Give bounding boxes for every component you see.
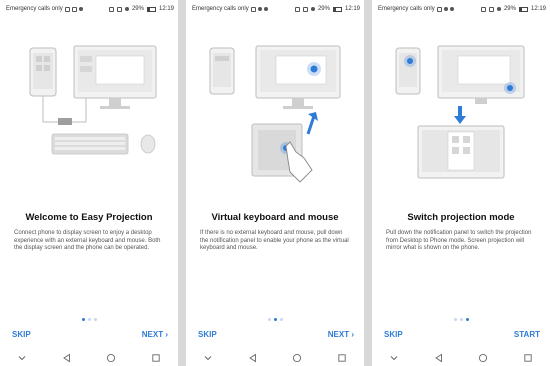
page-dot: [81, 318, 85, 321]
back-icon[interactable]: [433, 352, 445, 364]
clock-text: 12:19: [158, 6, 174, 12]
page-dot: [453, 318, 457, 321]
onboarding-panel-2: Emergency calls only 29% 12:19 Virtual ke…: [186, 0, 364, 366]
clock-text: 12:19: [530, 6, 546, 12]
nfc-icon: [108, 6, 114, 12]
virtual-touchpad-illustration: [209, 45, 341, 183]
battery-text: 29%: [131, 6, 144, 12]
status-bar: Emergency calls only 29% 12:19: [0, 0, 178, 18]
panel-description: Connect phone to display screen to enjoy…: [14, 230, 161, 252]
back-icon[interactable]: [247, 352, 259, 364]
nfc-icon: [294, 6, 300, 12]
vibrate-icon: [488, 6, 494, 12]
page-dot: [459, 318, 463, 321]
panel-title: Virtual keyboard and mouse: [211, 212, 339, 223]
navigation-bar: [0, 350, 178, 366]
usb-icon: [71, 6, 77, 12]
wifi-icon: [310, 7, 315, 11]
chevron-down-icon[interactable]: [16, 352, 28, 364]
home-icon[interactable]: [105, 352, 117, 364]
wifi-icon: [496, 7, 501, 11]
onboarding-panel-3: Emergency calls only 29% 12:19 Switch pro…: [372, 0, 550, 366]
chevron-down-icon[interactable]: [202, 352, 214, 364]
page-dot: [465, 318, 469, 321]
skip-button[interactable]: SKIP: [12, 330, 31, 339]
carrier-text: Emergency calls only: [192, 6, 249, 12]
vibrate-icon: [116, 6, 122, 12]
start-button[interactable]: START: [514, 330, 540, 339]
vibrate-icon: [302, 6, 308, 12]
page-dot: [267, 318, 271, 321]
clock-text: 12:19: [344, 6, 360, 12]
bluetooth-icon: [263, 7, 268, 11]
bluetooth-icon: [449, 7, 454, 11]
panel-title: Welcome to Easy Projection: [25, 212, 153, 223]
recents-icon[interactable]: [150, 352, 162, 364]
next-button[interactable]: NEXT ›: [328, 330, 354, 339]
shield-icon: [78, 7, 83, 11]
battery-icon: [518, 6, 528, 12]
carrier-text: Emergency calls only: [378, 6, 435, 12]
page-dot: [87, 318, 91, 321]
onboarding-panel-1: Emergency calls only 29% 12:19 Welcome to…: [0, 0, 178, 366]
panel-description: Pull down the notification panel to swit…: [386, 230, 532, 252]
navigation-bar: [372, 350, 550, 366]
sim-icon: [436, 6, 442, 12]
carrier-text: Emergency calls only: [6, 6, 63, 12]
page-dot: [93, 318, 97, 321]
shield-icon: [443, 7, 448, 11]
home-icon[interactable]: [477, 352, 489, 364]
chevron-down-icon[interactable]: [388, 352, 400, 364]
back-icon[interactable]: [61, 352, 73, 364]
skip-button[interactable]: SKIP: [198, 330, 217, 339]
page-indicator: [372, 318, 550, 321]
battery-icon: [146, 6, 156, 12]
skip-button[interactable]: SKIP: [384, 330, 403, 339]
desktop-setup-illustration: [29, 45, 157, 155]
status-bar: Emergency calls only 29% 12:19: [186, 0, 364, 18]
panel-title: Switch projection mode: [407, 212, 515, 223]
recents-icon[interactable]: [522, 352, 534, 364]
page-dot: [273, 318, 277, 321]
projection-mode-illustration: [395, 45, 525, 179]
panel-description: If there is no external keyboard and mou…: [200, 230, 349, 252]
page-dot: [279, 318, 283, 321]
wifi-icon: [124, 7, 129, 11]
sim-icon: [250, 6, 256, 12]
sim-icon: [64, 6, 70, 12]
page-indicator: [186, 318, 364, 321]
page-indicator: [0, 318, 178, 321]
nfc-icon: [480, 6, 486, 12]
recents-icon[interactable]: [336, 352, 348, 364]
navigation-bar: [186, 350, 364, 366]
status-bar: Emergency calls only 29% 12:19: [372, 0, 550, 18]
battery-text: 29%: [317, 6, 330, 12]
shield-icon: [257, 7, 262, 11]
battery-text: 29%: [503, 6, 516, 12]
battery-icon: [332, 6, 342, 12]
next-button[interactable]: NEXT ›: [142, 330, 168, 339]
home-icon[interactable]: [291, 352, 303, 364]
